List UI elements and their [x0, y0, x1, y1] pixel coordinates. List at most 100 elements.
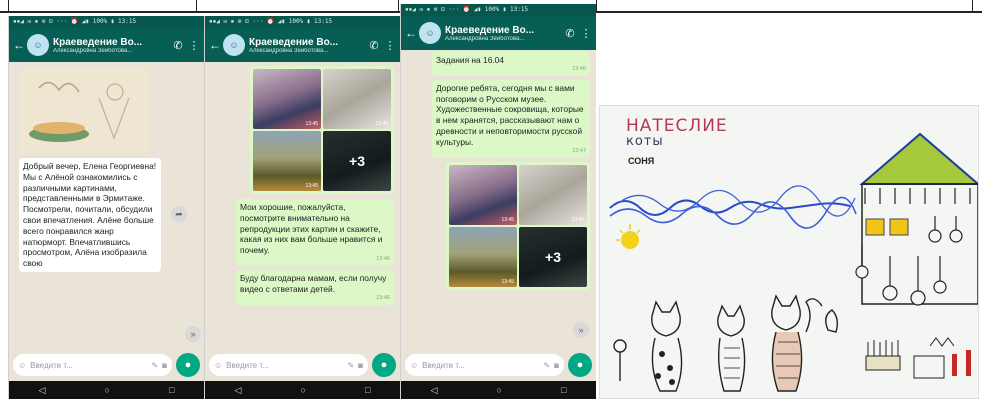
outgoing-message[interactable]: Буду благодарна мамам, если получу видео… [236, 269, 394, 305]
chat-titles[interactable]: Краеведение Во... Александровна Зейботов… [249, 37, 364, 54]
nav-home-icon[interactable]: ○ [105, 385, 110, 395]
nav-recents-icon[interactable]: □ [561, 385, 566, 395]
composer: ☺ Введите т... ✎ ◙ ● [401, 349, 596, 381]
more-photos-thumbnail[interactable]: +3 [323, 131, 391, 191]
message-text: Буду благодарна мамам, если получу видео… [240, 272, 387, 294]
back-arrow-icon[interactable]: ← [209, 38, 221, 52]
android-nav-bar: ◁ ○ □ [205, 381, 400, 399]
group-avatar[interactable]: ☺ [419, 22, 441, 44]
nav-home-icon[interactable]: ○ [301, 385, 306, 395]
thumb-time: 13:45 [501, 216, 514, 223]
android-nav-bar: ◁ ○ □ [401, 381, 596, 399]
chat-titles[interactable]: Краеведение Во... Александровна Зейботов… [53, 37, 168, 54]
nav-recents-icon[interactable]: □ [365, 385, 370, 395]
drawing-signature: СОНЯ [628, 156, 655, 166]
camera-icon[interactable]: ◙ [554, 361, 559, 370]
attach-icon[interactable]: ✎ [347, 361, 354, 370]
nav-back-icon[interactable]: ◁ [39, 385, 46, 396]
nav-back-icon[interactable]: ◁ [431, 385, 438, 396]
thumb-time: 13:45 [375, 121, 388, 127]
chat-subtitle: Александровна Зейботова... [445, 35, 525, 42]
nav-recents-icon[interactable]: □ [169, 385, 174, 395]
outgoing-message[interactable]: Задания на 16.04 13:46 [432, 52, 590, 76]
more-photos-thumbnail[interactable]: +3 [519, 226, 587, 287]
call-icon[interactable]: ✆ [172, 39, 184, 52]
chat-title: Краеведение Во... [445, 24, 535, 36]
group-avatar[interactable]: ☺ [27, 34, 49, 56]
top-border-tick [972, 0, 973, 12]
emoji-icon[interactable]: ☺ [214, 361, 222, 370]
message-text: Дорогие ребята, сегодня мы с вами погово… [436, 82, 584, 147]
more-photos-count: +3 [519, 226, 587, 287]
input-placeholder: Введите т... [226, 360, 269, 370]
overflow-menu-icon[interactable]: ⋮ [384, 39, 396, 52]
message-time: 13:46 [376, 294, 390, 301]
back-arrow-icon[interactable]: ← [405, 26, 417, 40]
message-text: Мои хорошие, пожалуйста, посмотрите вним… [240, 202, 383, 256]
chat-title: Краеведение Во... [53, 36, 143, 48]
thumb-time: 13:45 [501, 278, 514, 285]
message-input[interactable]: ☺ Введите т... ✎ ◙ [13, 354, 172, 376]
nav-back-icon[interactable]: ◁ [235, 385, 242, 396]
composer: ☺ Введите т... ✎ ◙ ● [9, 349, 204, 381]
back-arrow-icon[interactable]: ← [13, 38, 25, 52]
top-border-tick [398, 0, 399, 12]
drawing-title-line-1: НАТЕСЛИЕ [626, 116, 728, 136]
outgoing-message[interactable]: Дорогие ребята, сегодня мы с вами погово… [432, 79, 590, 158]
painting-thumbnail[interactable]: 13:45 [253, 131, 321, 191]
status-bar: ▪▪◢ ✉ ▪ ⚙ ⊡ ··· ⏰ ◢▮ 100% ▮ 13:15 [9, 16, 204, 28]
call-icon[interactable]: ✆ [368, 39, 380, 52]
outgoing-message[interactable]: Мои хорошие, пожалуйста, посмотрите вним… [236, 199, 394, 266]
nav-home-icon[interactable]: ○ [497, 385, 502, 395]
drawing-photo-message[interactable] [19, 68, 149, 154]
input-placeholder: Введите т... [30, 360, 73, 370]
forward-icon[interactable]: ➦ [171, 206, 187, 222]
painting-thumbnail[interactable]: 13:45 [449, 164, 517, 225]
message-text: Добрый вечер, Елена Георгиевна! Мы с Алё… [23, 161, 157, 269]
scroll-down-icon[interactable]: » [573, 322, 589, 338]
mic-button[interactable]: ● [568, 353, 592, 377]
emoji-icon[interactable]: ☺ [410, 361, 418, 370]
painting-thumbnail[interactable]: 13:45 [323, 69, 391, 129]
painting-thumbnail[interactable]: 13:45 [519, 164, 587, 225]
message-list[interactable]: 13:45 13:45 13:45 +3 Мои хорошие, пожалу… [205, 62, 400, 345]
still-life-drawing-image [19, 68, 149, 154]
mic-icon: ● [184, 359, 192, 371]
photo-album-message[interactable]: 13:45 13:45 13:45 +3 [446, 161, 590, 290]
painting-thumbnail[interactable]: 13:45 [253, 69, 321, 129]
chat-titles[interactable]: Краеведение Во... Александровна Зейботов… [445, 25, 560, 42]
more-photos-count: +3 [323, 131, 391, 191]
attach-icon[interactable]: ✎ [151, 361, 158, 370]
chat-header: ← ☺ Краеведение Во... Александровна Зейб… [9, 28, 204, 62]
mic-icon: ● [576, 359, 584, 371]
top-border-tick [8, 0, 9, 12]
thumb-time: 13:45 [305, 121, 318, 127]
chat-subtitle: Александровна Зейботова... [249, 47, 329, 54]
child-drawing-photo: НАТЕСЛИЕ коты СОНЯ [599, 105, 979, 399]
photo-album-message[interactable]: 13:45 13:45 13:45 +3 [250, 66, 394, 194]
input-placeholder: Введите т... [422, 360, 465, 370]
drawing-title-line-2: коты [626, 134, 664, 149]
call-icon[interactable]: ✆ [564, 27, 576, 40]
emoji-icon[interactable]: ☺ [18, 361, 26, 370]
camera-icon[interactable]: ◙ [358, 361, 363, 370]
message-list[interactable]: Задания на 16.04 13:46 Дорогие ребята, с… [401, 50, 596, 345]
scroll-down-icon[interactable]: » [185, 326, 201, 342]
painting-thumbnail[interactable]: 13:45 [449, 226, 517, 287]
android-nav-bar: ◁ ○ □ [9, 381, 204, 399]
camera-icon[interactable]: ◙ [162, 361, 167, 370]
overflow-menu-icon[interactable]: ⋮ [188, 39, 200, 52]
chat-subtitle: Александровна Зейботова... [53, 47, 133, 54]
message-input[interactable]: ☺ Введите т... ✎ ◙ [209, 354, 368, 376]
message-list[interactable]: Добрый вечер, Елена Георгиевна! Мы с Алё… [9, 62, 204, 345]
overflow-menu-icon[interactable]: ⋮ [580, 27, 592, 40]
mic-button[interactable]: ● [372, 353, 396, 377]
incoming-message[interactable]: Добрый вечер, Елена Георгиевна! Мы с Алё… [19, 158, 161, 272]
phone-screenshot-1: ▪▪◢ ✉ ▪ ⚙ ⊡ ··· ⏰ ◢▮ 100% ▮ 13:15 ← ☺ Кр… [8, 16, 204, 399]
chat-title: Краеведение Во... [249, 36, 339, 48]
attach-icon[interactable]: ✎ [543, 361, 550, 370]
chat-header: ← ☺ Краеведение Во... Александровна Зейб… [401, 16, 596, 50]
message-input[interactable]: ☺ Введите т... ✎ ◙ [405, 354, 564, 376]
group-avatar[interactable]: ☺ [223, 34, 245, 56]
mic-button[interactable]: ● [176, 353, 200, 377]
